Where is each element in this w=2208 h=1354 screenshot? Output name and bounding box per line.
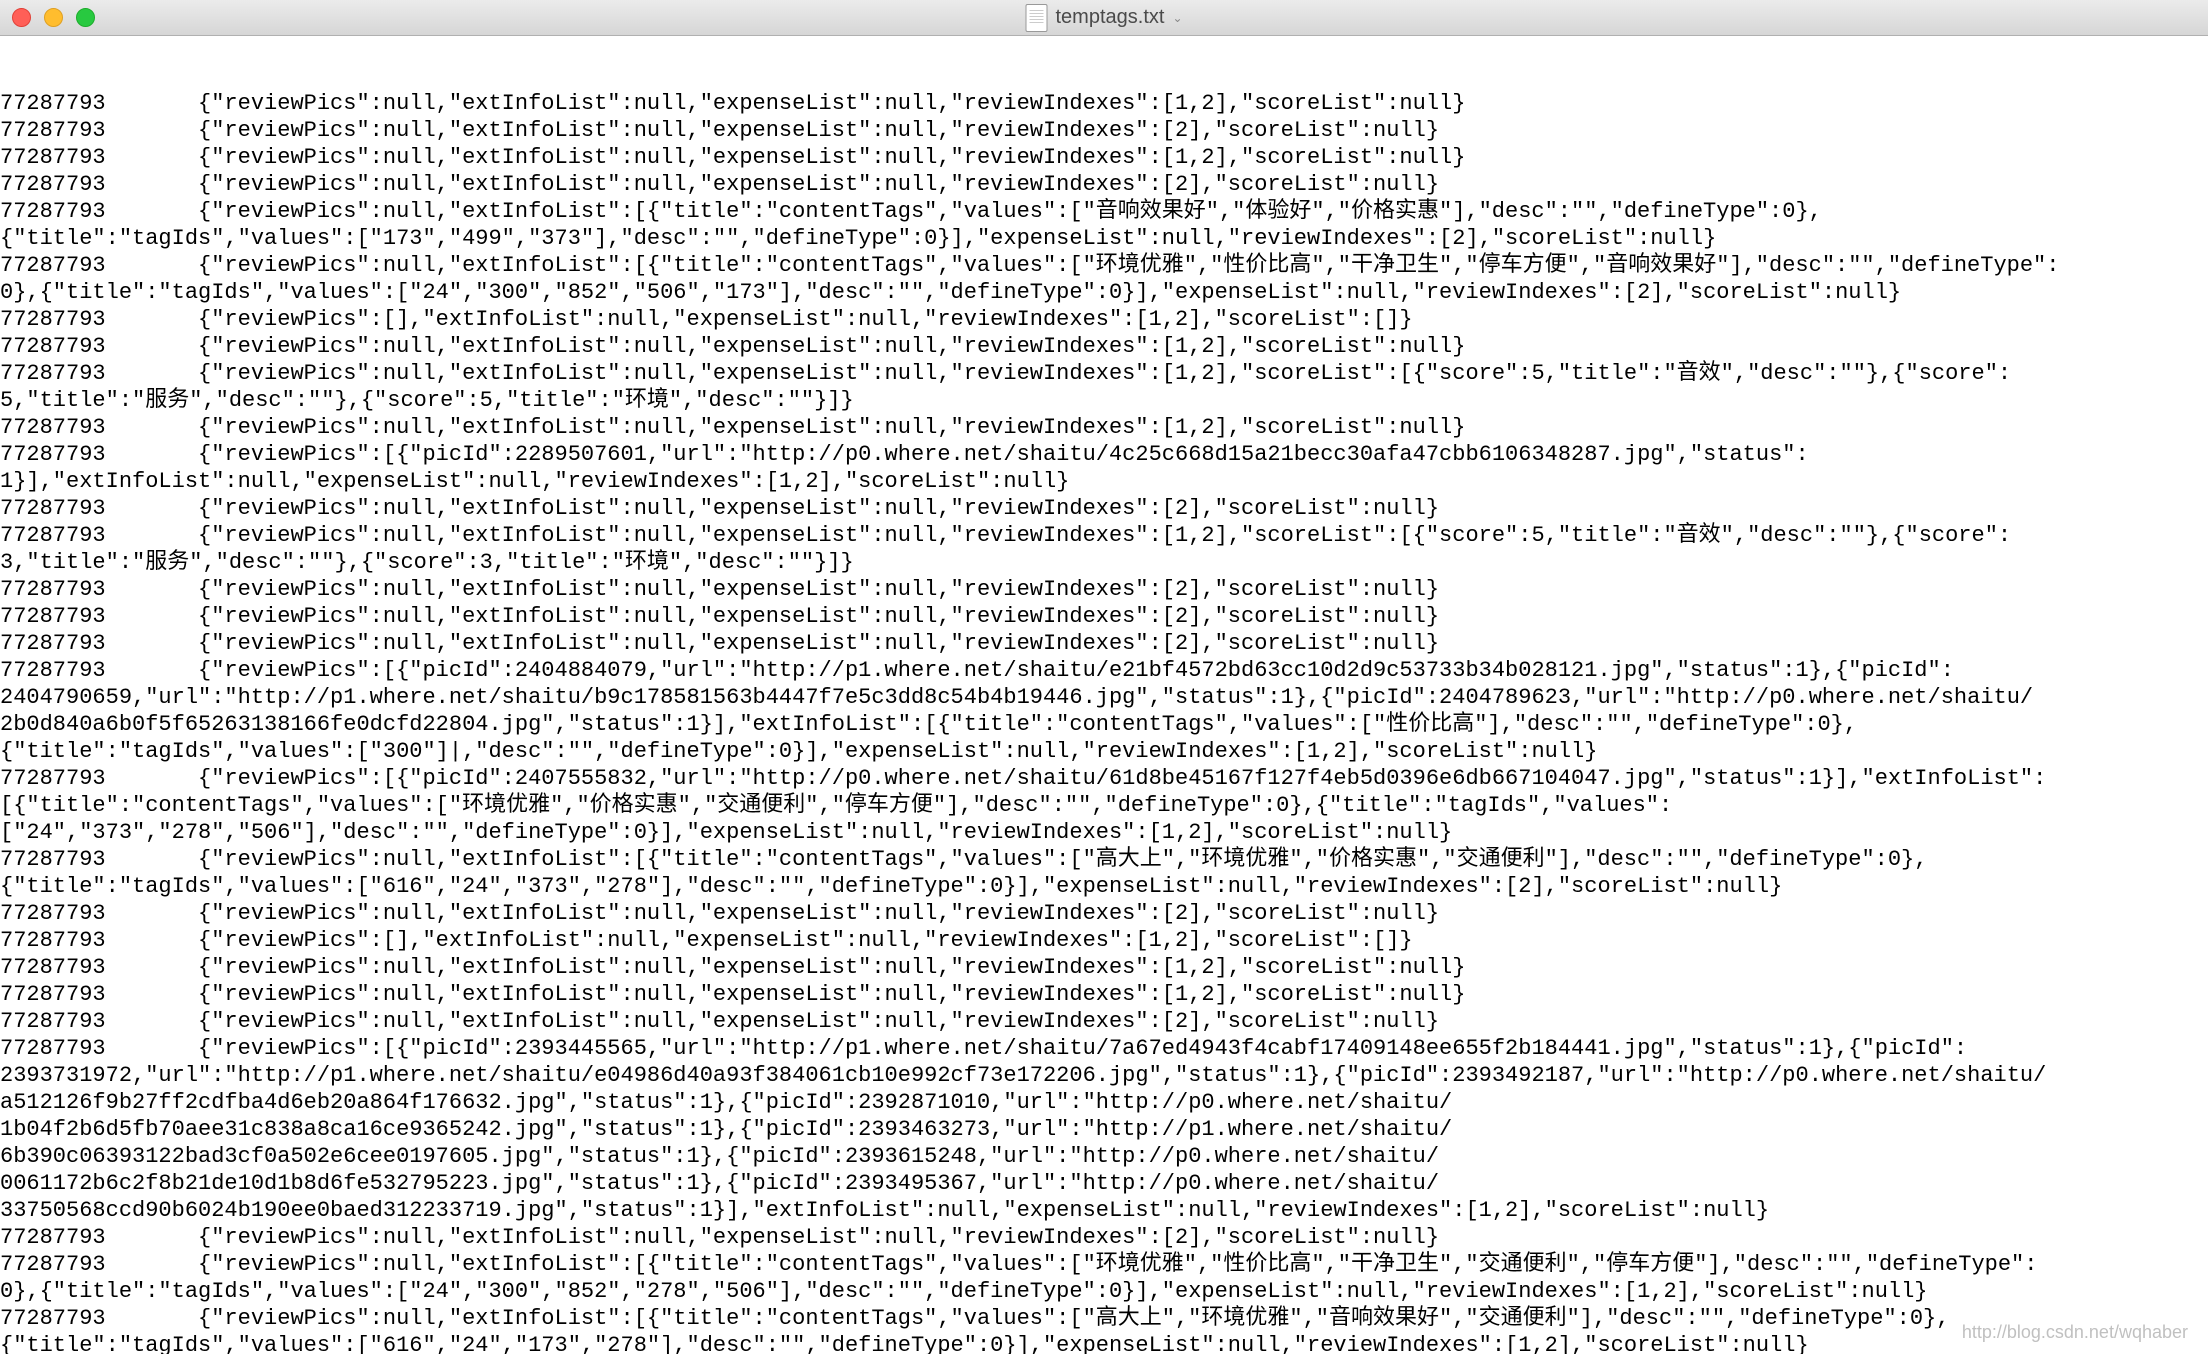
text-line: 2404790659,"url":"http://p1.where.net/sh… <box>0 684 2208 711</box>
text-line: ["24","373","278","506"],"desc":"","defi… <box>0 819 2208 846</box>
text-line: 2b0d840a6b0f5f65263138166fe0dcfd22804.jp… <box>0 711 2208 738</box>
text-content[interactable]: 77287793 {"reviewPics":null,"extInfoList… <box>0 36 2208 1354</box>
watermark: http://blog.csdn.net/wqhaber <box>1962 1319 2188 1346</box>
text-line: 77287793 {"reviewPics":null,"extInfoList… <box>0 495 2208 522</box>
text-line: 0},{"title":"tagIds","values":["24","300… <box>0 1278 2208 1305</box>
text-line: 77287793 {"reviewPics":[],"extInfoList":… <box>0 927 2208 954</box>
text-line: 0},{"title":"tagIds","values":["24","300… <box>0 279 2208 306</box>
text-line: 77287793 {"reviewPics":null,"extInfoList… <box>0 522 2208 549</box>
text-line: 77287793 {"reviewPics":null,"extInfoList… <box>0 90 2208 117</box>
text-line: 5,"title":"服务","desc":""},{"score":5,"ti… <box>0 387 2208 414</box>
text-line: 77287793 {"reviewPics":null,"extInfoList… <box>0 576 2208 603</box>
minimize-button[interactable] <box>44 8 63 27</box>
text-line: 2393731972,"url":"http://p1.where.net/sh… <box>0 1062 2208 1089</box>
text-line: [{"title":"contentTags","values":["环境优雅"… <box>0 792 2208 819</box>
text-line: 77287793 {"reviewPics":null,"extInfoList… <box>0 603 2208 630</box>
text-line: 77287793 {"reviewPics":null,"extInfoList… <box>0 900 2208 927</box>
text-line: 77287793 {"reviewPics":null,"extInfoList… <box>0 954 2208 981</box>
text-line: 77287793 {"reviewPics":null,"extInfoList… <box>0 144 2208 171</box>
text-line: 77287793 {"reviewPics":[{"picId":2407555… <box>0 765 2208 792</box>
text-line: a512126f9b27ff2cdfba4d6eb20a864f176632.j… <box>0 1089 2208 1116</box>
text-line: 77287793 {"reviewPics":null,"extInfoList… <box>0 630 2208 657</box>
maximize-button[interactable] <box>76 8 95 27</box>
traffic-lights <box>12 8 95 27</box>
text-line: 77287793 {"reviewPics":null,"extInfoList… <box>0 360 2208 387</box>
text-line: 77287793 {"reviewPics":null,"extInfoList… <box>0 1305 2208 1332</box>
text-line: {"title":"tagIds","values":["300"]|,"des… <box>0 738 2208 765</box>
text-line: 77287793 {"reviewPics":[],"extInfoList":… <box>0 306 2208 333</box>
text-line: 77287793 {"reviewPics":null,"extInfoList… <box>0 1008 2208 1035</box>
text-line: 77287793 {"reviewPics":null,"extInfoList… <box>0 846 2208 873</box>
text-line: 77287793 {"reviewPics":null,"extInfoList… <box>0 1224 2208 1251</box>
text-line: {"title":"tagIds","values":["616","24","… <box>0 873 2208 900</box>
text-line: 77287793 {"reviewPics":null,"extInfoList… <box>0 981 2208 1008</box>
text-line: 77287793 {"reviewPics":null,"extInfoList… <box>0 414 2208 441</box>
text-line: 3,"title":"服务","desc":""},{"score":3,"ti… <box>0 549 2208 576</box>
text-line: 77287793 {"reviewPics":null,"extInfoList… <box>0 198 2208 225</box>
text-line: 77287793 {"reviewPics":null,"extInfoList… <box>0 333 2208 360</box>
window-titlebar: temptags.txt ⌄ <box>0 0 2208 36</box>
text-line: 77287793 {"reviewPics":[{"picId":2404884… <box>0 657 2208 684</box>
text-line: 77287793 {"reviewPics":[{"picId":2393445… <box>0 1035 2208 1062</box>
text-line: 77287793 {"reviewPics":null,"extInfoList… <box>0 252 2208 279</box>
window-title: temptags.txt ⌄ <box>1026 4 1183 32</box>
text-line: 77287793 {"reviewPics":[{"picId":2289507… <box>0 441 2208 468</box>
text-line: 77287793 {"reviewPics":null,"extInfoList… <box>0 1251 2208 1278</box>
text-line: {"title":"tagIds","values":["616","24","… <box>0 1332 2208 1354</box>
text-line: 77287793 {"reviewPics":null,"extInfoList… <box>0 171 2208 198</box>
text-line: 33750568ccd90b6024b190ee0baed312233719.j… <box>0 1197 2208 1224</box>
chevron-down-icon[interactable]: ⌄ <box>1172 11 1182 25</box>
text-line: 1b04f2b6d5fb70aee31c838a8ca16ce9365242.j… <box>0 1116 2208 1143</box>
text-line: 77287793 {"reviewPics":null,"extInfoList… <box>0 117 2208 144</box>
close-button[interactable] <box>12 8 31 27</box>
text-line: {"title":"tagIds","values":["173","499",… <box>0 225 2208 252</box>
document-icon <box>1026 4 1048 32</box>
text-line: 6b390c06393122bad3cf0a502e6cee0197605.jp… <box>0 1143 2208 1170</box>
filename-label: temptags.txt <box>1056 6 1165 29</box>
text-line: 1}],"extInfoList":null,"expenseList":nul… <box>0 468 2208 495</box>
text-line: 0061172b6c2f8b21de10d1b8d6fe532795223.jp… <box>0 1170 2208 1197</box>
